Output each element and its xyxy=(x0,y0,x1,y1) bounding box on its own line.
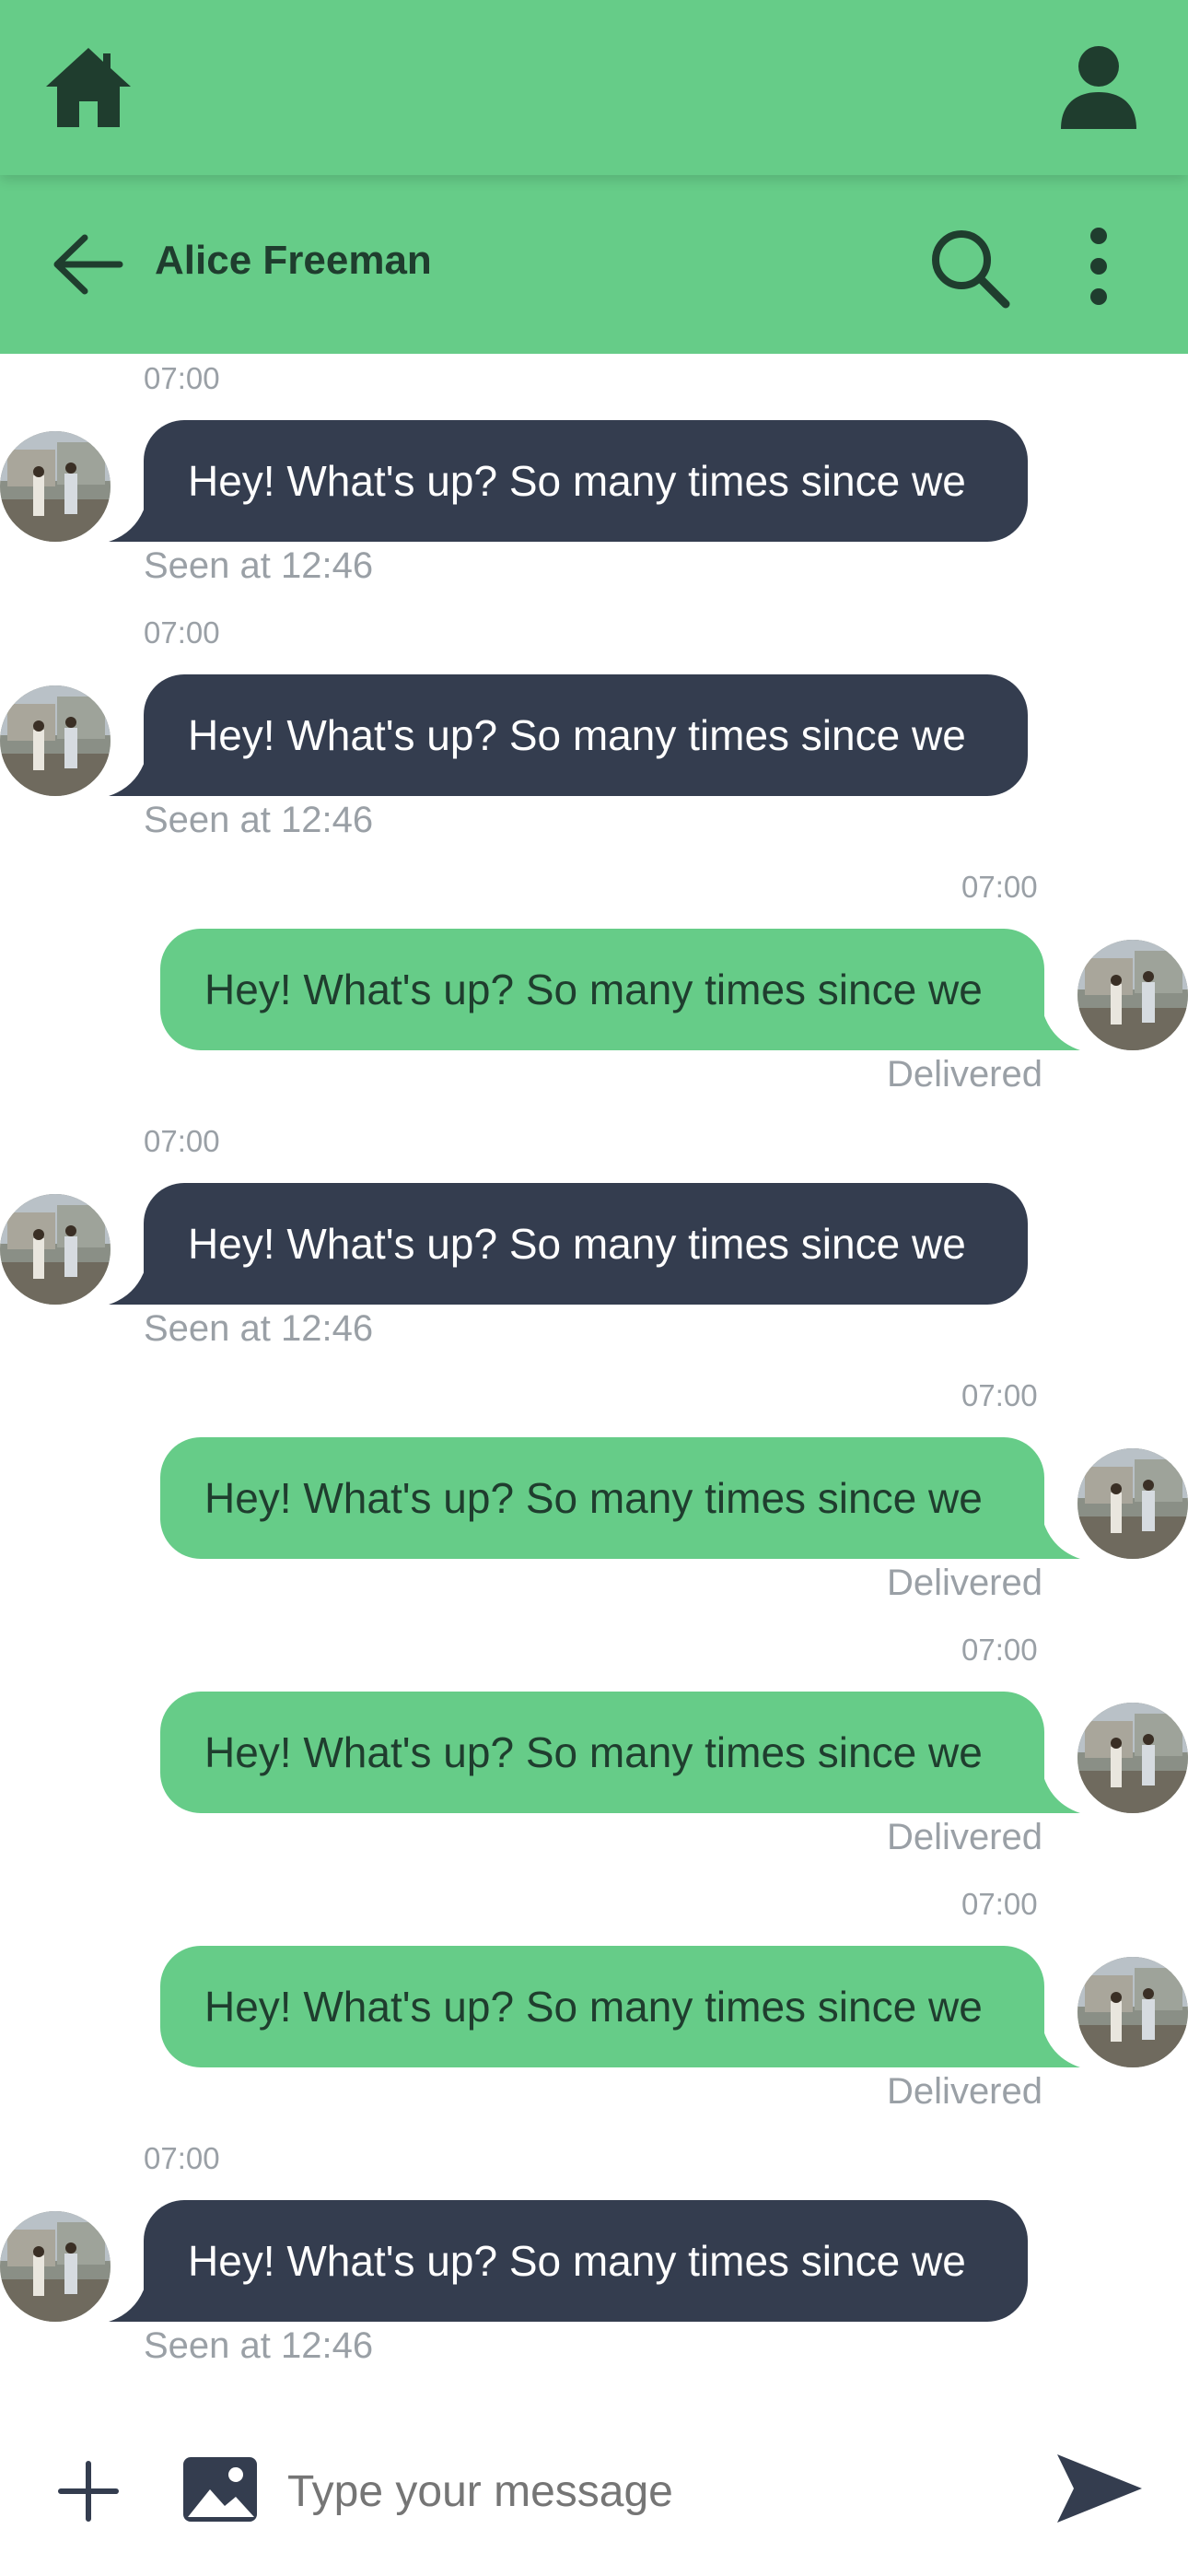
message-time: 07:00 xyxy=(144,615,220,650)
outgoing-message-bubble[interactable]: Hey! What's up? So many times since we xyxy=(160,1946,1044,2067)
avatar[interactable] xyxy=(0,1194,111,1305)
message-time: 07:00 xyxy=(961,870,1038,904)
outgoing-message-bubble[interactable]: Hey! What's up? So many times since we xyxy=(160,929,1044,1050)
message-row: 07:00 Hey! What's up? So many times since… xyxy=(0,1879,1188,2134)
bubble-tail xyxy=(1043,1776,1080,1813)
message-status: Seen at 12:46 xyxy=(144,1308,374,1349)
arrow-left-icon[interactable] xyxy=(50,232,123,297)
message-time: 07:00 xyxy=(961,1378,1038,1412)
message-row: 07:00 Hey! What's up? So many times since… xyxy=(0,862,1188,1117)
bubble-tail xyxy=(109,759,146,796)
outgoing-message-bubble[interactable]: Hey! What's up? So many times since we xyxy=(160,1692,1044,1813)
message-time: 07:00 xyxy=(144,361,220,395)
incoming-message-bubble[interactable]: Hey! What's up? So many times since we xyxy=(144,674,1028,796)
message-row: 07:00 Hey! What's up? So many times since… xyxy=(0,1117,1188,1371)
message-status: Delivered xyxy=(887,1563,1042,1603)
avatar[interactable] xyxy=(0,431,111,542)
message-row: 07:00 Hey! What's up? So many times since… xyxy=(0,354,1188,608)
incoming-message-bubble[interactable]: Hey! What's up? So many times since we xyxy=(144,420,1028,542)
avatar[interactable] xyxy=(1077,1703,1188,1813)
outgoing-message-bubble[interactable]: Hey! What's up? So many times since we xyxy=(160,1437,1044,1559)
bubble-tail xyxy=(1043,1522,1080,1559)
avatar[interactable] xyxy=(0,2211,111,2322)
send-icon[interactable] xyxy=(1055,2453,1144,2524)
user-icon[interactable] xyxy=(1059,44,1138,129)
home-icon[interactable] xyxy=(42,44,134,131)
avatar[interactable] xyxy=(1077,1957,1188,2067)
message-status: Delivered xyxy=(887,1817,1042,1857)
message-status: Delivered xyxy=(887,1054,1042,1095)
message-status: Seen at 12:46 xyxy=(144,800,374,840)
message-time: 07:00 xyxy=(961,1633,1038,1667)
message-row: 07:00 Hey! What's up? So many times since… xyxy=(0,1371,1188,1625)
bubble-tail xyxy=(109,505,146,542)
message-row: 07:00 Hey! What's up? So many times since… xyxy=(0,608,1188,862)
incoming-message-bubble[interactable]: Hey! What's up? So many times since we xyxy=(144,2200,1028,2322)
message-status: Seen at 12:46 xyxy=(144,2325,374,2366)
bubble-tail xyxy=(1043,2031,1080,2067)
contact-name: Alice Freeman xyxy=(155,238,432,283)
avatar[interactable] xyxy=(1077,1448,1188,1559)
message-row: 07:00 Hey! What's up? So many times since… xyxy=(0,1625,1188,1879)
message-status: Seen at 12:46 xyxy=(144,545,374,586)
message-row: 07:00 Hey! What's up? So many times since… xyxy=(0,2134,1188,2388)
message-list[interactable]: 07:00 Hey! What's up? So many times since… xyxy=(0,354,1188,2418)
plus-icon[interactable] xyxy=(57,2460,120,2523)
bubble-tail xyxy=(1043,1013,1080,1050)
message-time: 07:00 xyxy=(961,1887,1038,1921)
bubble-tail xyxy=(109,1268,146,1305)
avatar[interactable] xyxy=(0,685,111,796)
avatar[interactable] xyxy=(1077,940,1188,1050)
message-time: 07:00 xyxy=(144,2141,220,2175)
message-input[interactable] xyxy=(285,2460,1007,2523)
message-status: Delivered xyxy=(887,2071,1042,2112)
app-top-bar xyxy=(0,0,1188,175)
search-icon[interactable] xyxy=(928,227,1011,310)
image-icon[interactable] xyxy=(181,2454,260,2524)
incoming-message-bubble[interactable]: Hey! What's up? So many times since we xyxy=(144,1183,1028,1305)
bubble-tail xyxy=(109,2285,146,2322)
message-time: 07:00 xyxy=(144,1124,220,1158)
more-vertical-icon[interactable] xyxy=(1085,227,1112,306)
